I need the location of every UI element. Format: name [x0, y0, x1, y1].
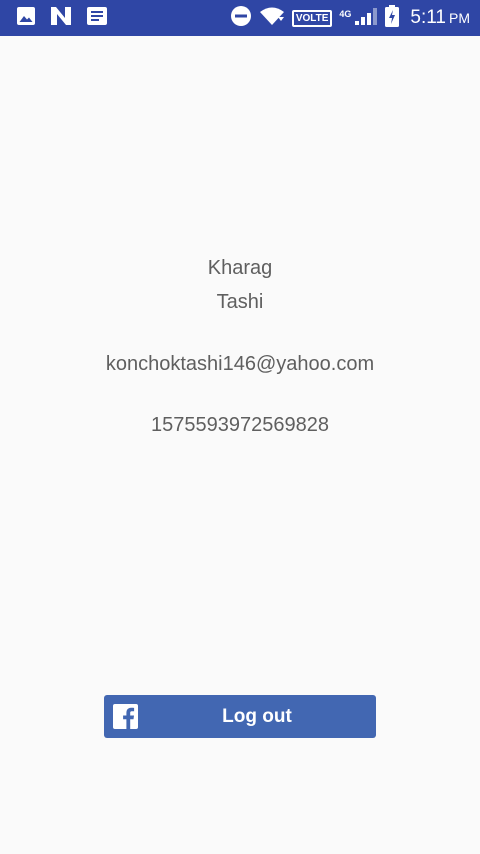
- status-bar-notifications: [16, 6, 108, 31]
- logout-label: Log out: [222, 706, 292, 727]
- status-bar: VOLTE 4G 5:11 PM: [0, 0, 480, 36]
- n-logo-icon: [50, 6, 72, 31]
- clock-ampm: PM: [449, 10, 470, 26]
- email-text: konchoktashi146@yahoo.com: [105, 353, 375, 375]
- signal-icon: [354, 6, 378, 31]
- volte-indicator: VOLTE: [291, 9, 333, 27]
- battery-charging-icon: [385, 4, 400, 32]
- facebook-f-icon: [113, 704, 138, 729]
- network-type-label: 4G: [339, 9, 352, 19]
- clock-time: 5:11: [410, 7, 446, 28]
- first-name-text: Kharag: [207, 257, 273, 279]
- user-id-text: 1575593972569828: [151, 414, 329, 436]
- facebook-logout-button[interactable]: Log out: [104, 695, 376, 738]
- news-icon: [86, 6, 108, 31]
- status-clock: 5:11 PM: [410, 7, 470, 29]
- wifi-icon: [259, 6, 285, 31]
- status-bar-system: VOLTE 4G 5:11 PM: [230, 4, 470, 32]
- image-icon: [16, 6, 36, 31]
- do-not-disturb-icon: [230, 5, 252, 32]
- last-name-text: Tashi: [216, 291, 264, 313]
